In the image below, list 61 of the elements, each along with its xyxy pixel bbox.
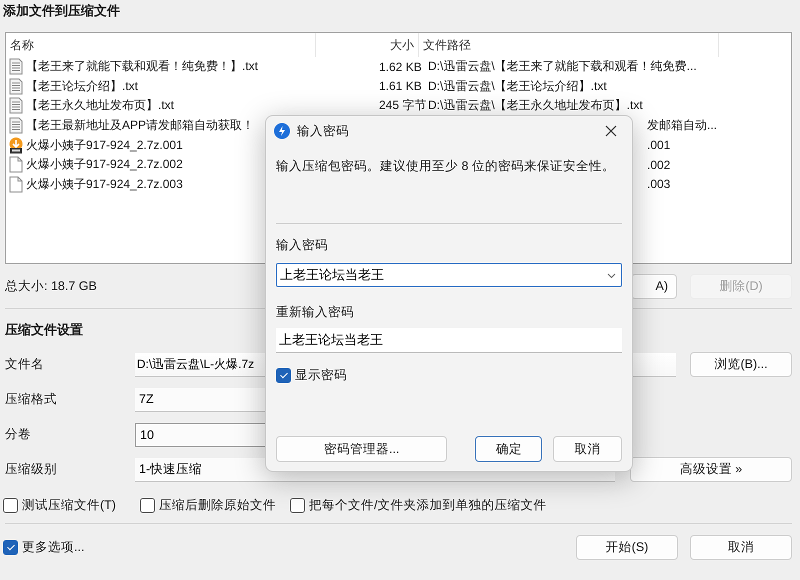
input-field[interactable]: 上老王论坛当老王 [276,328,622,353]
app-icon [274,123,290,139]
file-name[interactable]: 【老王永久地址发布页】.txt [26,97,174,114]
ok-button[interactable]: 确定 [475,436,542,462]
file-path: .001 [647,138,670,152]
field-label: 分卷 [4,426,32,443]
file-path: D:\迅雷云盘\【老王来了就能下载和观看！纯免费... [428,59,697,74]
total-size-text: 总大小: 18.7 GB [4,278,98,294]
checkbox[interactable] [140,498,155,512]
checkbox[interactable] [276,368,291,383]
cancel-button[interactable]: 取消 [553,436,622,462]
document-lines-icon [9,97,23,114]
file-size: 245 字节 [379,98,426,112]
field-label: 输入密码 [276,237,328,254]
field-label: 文件名 [4,356,45,373]
document-lines-icon [9,58,23,76]
cancel-button[interactable]: 取消 [690,534,792,560]
password-combo-box[interactable]: 上老王论坛当老王 [276,263,622,287]
file-size: 1.62 KB [379,60,422,74]
window-title: 添加文件到压缩文件 [3,2,120,20]
file-name[interactable]: 【老王最新地址及APP请发邮箱自动获取！ [26,117,254,134]
field-label: 重新输入密码 [276,304,354,321]
dialog-title: 输入密码 [297,122,349,140]
blank-file-icon [9,156,23,174]
column-header[interactable]: 大小 [316,33,419,57]
chevron-down-icon [607,271,616,280]
file-path: D:\迅雷云盘\【老王论坛介绍】.txt [428,78,607,93]
checkbox-label[interactable]: 更多选项... [22,538,84,556]
checkbox[interactable] [290,498,305,512]
start-button[interactable]: 开始(S) [576,534,678,560]
file-path: .003 [647,177,670,192]
file-path: .002 [647,158,670,172]
checkbox-label[interactable]: 显示密码 [295,367,347,384]
file-name[interactable]: 火爆小姨子917-924_2.7z.003 [26,176,183,193]
field-label: 压缩格式 [4,391,58,408]
document-lines-icon [9,78,23,95]
file-size: 1.61 KB [379,79,422,94]
file-name[interactable]: 火爆小姨子917-924_2.7z.001 [26,136,183,154]
document-lines-icon [9,117,23,134]
checkbox-label[interactable]: 把每个文件/文件夹添加到单独的压缩文件 [309,496,546,514]
column-header[interactable]: 文件路径 [419,33,719,57]
file-name[interactable]: 【老王来了就能下载和观看！纯免费！】.txt [26,58,258,76]
section-heading: 压缩文件设置 [4,321,83,339]
browse-button[interactable]: 浏览(B)... [690,352,792,377]
checkbox[interactable] [3,498,18,512]
advanced-settings-button[interactable]: 高级设置 » [630,457,792,482]
field-label: 压缩级别 [4,461,58,478]
checkbox[interactable] [3,540,18,554]
file-name[interactable]: 【老王论坛介绍】.txt [26,78,138,95]
file-path: D:\迅雷云盘\【老王永久地址发布页】.txt [428,98,643,112]
archive-icon [9,136,23,154]
checkbox-label[interactable]: 压缩后删除原始文件 [159,496,276,514]
password-manager-button[interactable]: 密码管理器... [276,436,448,462]
close-icon [604,124,618,138]
column-header[interactable]: 名称 [6,33,316,57]
file-path: 发邮箱自动... [647,118,718,132]
add-button[interactable]: A) [631,274,677,298]
checkbox-label[interactable]: 测试压缩文件(T) [22,496,116,514]
dialog-message: 输入压缩包密码。建议使用至少 8 位的密码来保证安全性。 [276,158,615,175]
blank-file-icon [9,176,23,193]
file-name[interactable]: 火爆小姨子917-924_2.7z.002 [26,156,183,174]
